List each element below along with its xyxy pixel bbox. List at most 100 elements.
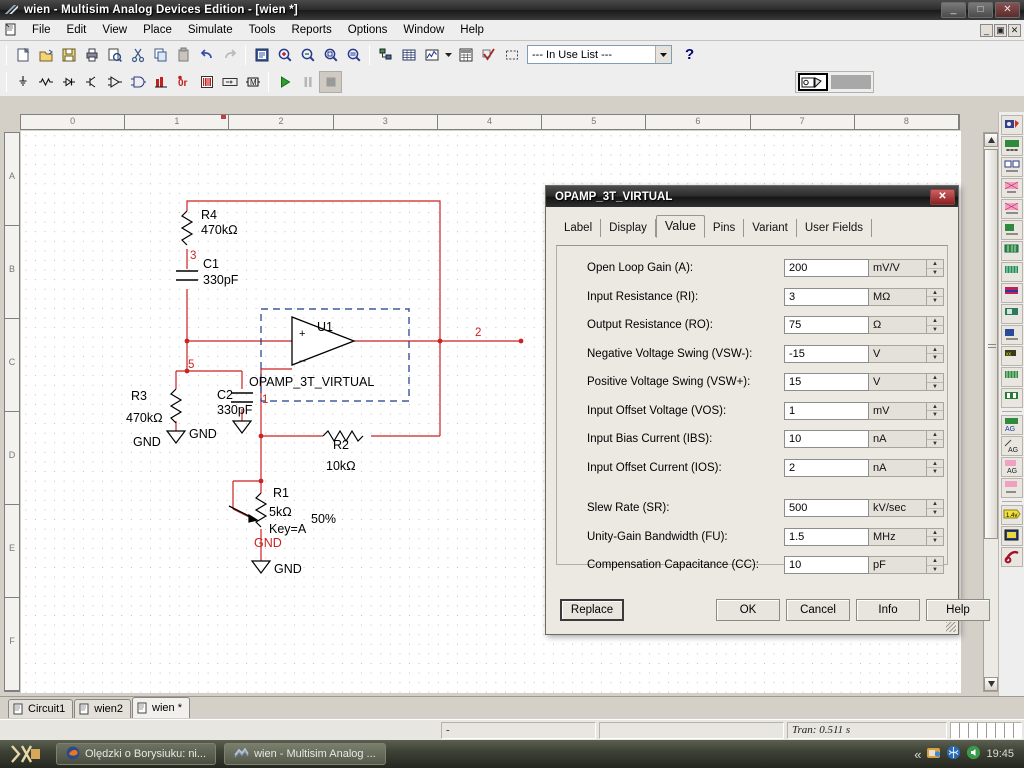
mixed-components-icon[interactable] (1000, 304, 1023, 324)
output-resistance-input[interactable]: 75 (784, 316, 869, 335)
spreadsheet-view-icon[interactable] (397, 44, 420, 66)
maximize-button[interactable]: □ (968, 2, 993, 18)
analysis-probe-icon[interactable] (1000, 115, 1023, 135)
ladder-components-icon[interactable] (1000, 388, 1023, 408)
electromech-components-icon[interactable] (1000, 367, 1023, 387)
tray-clock[interactable]: 19:45 (986, 748, 1014, 760)
erc-icon[interactable] (477, 44, 500, 66)
mixed-icon[interactable] (195, 71, 218, 93)
spin-up-icon[interactable]: ▲ (927, 460, 943, 469)
positive-voltage-swing-spinner[interactable]: ▲ ▼ (927, 373, 944, 392)
place-junction-icon[interactable] (1000, 547, 1023, 567)
input-offset-current-unit[interactable]: nA (869, 458, 927, 477)
indicator-icon[interactable] (218, 71, 241, 93)
output-resistance-spinner[interactable]: ▲ ▼ (927, 316, 944, 335)
input-offset-voltage-spinner[interactable]: ▲ ▼ (927, 401, 944, 420)
rated-analog-icon[interactable]: AG (1000, 457, 1023, 477)
input-offset-voltage-input[interactable]: 1 (784, 401, 869, 420)
spin-down-icon[interactable]: ▼ (927, 468, 943, 476)
zoom-in-icon[interactable] (273, 44, 296, 66)
spin-up-icon[interactable]: ▲ (927, 500, 943, 509)
sheet-tab-wien2[interactable]: wien2 (74, 699, 132, 718)
input-bias-current-input[interactable]: 10 (784, 430, 869, 449)
analog-gen2-icon[interactable]: AG (1000, 436, 1023, 456)
undo-icon[interactable] (195, 44, 218, 66)
rf-components-icon[interactable]: xx (1000, 346, 1023, 366)
spin-down-icon[interactable]: ▼ (927, 297, 943, 305)
menu-place[interactable]: Place (135, 21, 180, 39)
area-capture-icon[interactable] (500, 44, 523, 66)
menu-simulate[interactable]: Simulate (180, 21, 241, 39)
unity-gain-bandwidth-input[interactable]: 1.5 (784, 527, 869, 546)
full-screen-icon[interactable] (250, 44, 273, 66)
spin-up-icon[interactable]: ▲ (927, 557, 943, 566)
in-use-list-combo[interactable]: --- In Use List --- (527, 45, 672, 64)
spin-down-icon[interactable]: ▼ (927, 537, 943, 545)
analog-icon[interactable] (103, 71, 126, 93)
save-icon[interactable] (57, 44, 80, 66)
basic-icon[interactable] (34, 71, 57, 93)
start-button[interactable] (4, 742, 48, 766)
menu-reports[interactable]: Reports (283, 21, 339, 39)
new-file-icon[interactable] (11, 44, 34, 66)
misc-digital-icon[interactable]: 0r (172, 71, 195, 93)
indicator-components-icon[interactable] (1000, 325, 1023, 345)
menu-options[interactable]: Options (340, 21, 396, 39)
output-resistance-unit[interactable]: Ω (869, 316, 927, 335)
positive-voltage-swing-input[interactable]: 15 (784, 373, 869, 392)
chevron-down-icon[interactable] (655, 46, 671, 63)
negative-voltage-swing-spinner[interactable]: ▲ ▼ (927, 344, 944, 363)
input-resistance-unit[interactable]: MΩ (869, 287, 927, 306)
virtual-rated-icon[interactable] (1000, 178, 1023, 198)
cmos-icon[interactable] (149, 71, 172, 93)
menu-view[interactable]: View (94, 21, 135, 39)
spin-down-icon[interactable]: ▼ (927, 269, 943, 277)
ok-button[interactable]: OK (716, 599, 780, 621)
spin-down-icon[interactable]: ▼ (927, 326, 943, 334)
power-components-icon[interactable] (1000, 262, 1023, 282)
compensation-capacitance-unit[interactable]: pF (869, 556, 927, 575)
open-loop-gain-input[interactable]: 200 (784, 259, 869, 278)
measurement-components-icon[interactable] (1000, 220, 1023, 240)
taskbar-item-multisim[interactable]: wien - Multisim Analog ... (224, 743, 386, 765)
tray-icon-volume[interactable] (966, 745, 981, 763)
tab-pins[interactable]: Pins (705, 219, 745, 237)
mdi-minimize-button[interactable]: _ (980, 23, 993, 37)
open-loop-gain-spinner[interactable]: ▲ ▼ (927, 259, 944, 278)
menu-file[interactable]: File (24, 21, 59, 39)
input-offset-current-input[interactable]: 2 (784, 458, 869, 477)
spin-up-icon[interactable]: ▲ (927, 346, 943, 355)
help-button[interactable]: Help (926, 599, 990, 621)
unity-gain-bandwidth-unit[interactable]: MHz (869, 527, 927, 546)
virtual-source-icon[interactable] (1000, 136, 1023, 156)
misc-icon[interactable]: M (241, 71, 264, 93)
diode-icon[interactable] (57, 71, 80, 93)
positive-voltage-swing-unit[interactable]: V (869, 373, 927, 392)
open-loop-gain-unit[interactable]: mV/V (869, 259, 927, 278)
virtual-3d-icon[interactable] (1000, 199, 1023, 219)
measurement-probe-icon[interactable] (798, 73, 828, 91)
spin-down-icon[interactable]: ▼ (927, 383, 943, 391)
source-icon[interactable] (11, 71, 34, 93)
postprocessor-icon[interactable] (454, 44, 477, 66)
menu-tools[interactable]: Tools (241, 21, 284, 39)
zoom-fit-icon[interactable] (342, 44, 365, 66)
grapher-dropdown-icon[interactable] (443, 44, 454, 66)
virtual-basic-icon[interactable] (1000, 157, 1023, 177)
misc-components-icon[interactable] (1000, 241, 1023, 261)
spin-up-icon[interactable]: ▲ (927, 403, 943, 412)
info-button[interactable]: Info (856, 599, 920, 621)
tab-variant[interactable]: Variant (744, 219, 797, 237)
dialog-resize-grip[interactable] (946, 622, 956, 632)
zoom-out-icon[interactable] (296, 44, 319, 66)
spin-down-icon[interactable]: ▼ (927, 566, 943, 574)
compensation-capacitance-spinner[interactable]: ▲ ▼ (927, 556, 944, 575)
input-offset-voltage-unit[interactable]: mV (869, 401, 927, 420)
spin-up-icon[interactable]: ▲ (927, 317, 943, 326)
component-properties-dialog[interactable]: OPAMP_3T_VIRTUAL ✕ Label Display Value P… (545, 185, 990, 635)
redo-icon[interactable] (218, 44, 241, 66)
scroll-down-button[interactable] (984, 677, 998, 691)
print-icon[interactable] (80, 44, 103, 66)
spin-down-icon[interactable]: ▼ (927, 509, 943, 517)
input-offset-current-spinner[interactable]: ▲ ▼ (927, 458, 944, 477)
